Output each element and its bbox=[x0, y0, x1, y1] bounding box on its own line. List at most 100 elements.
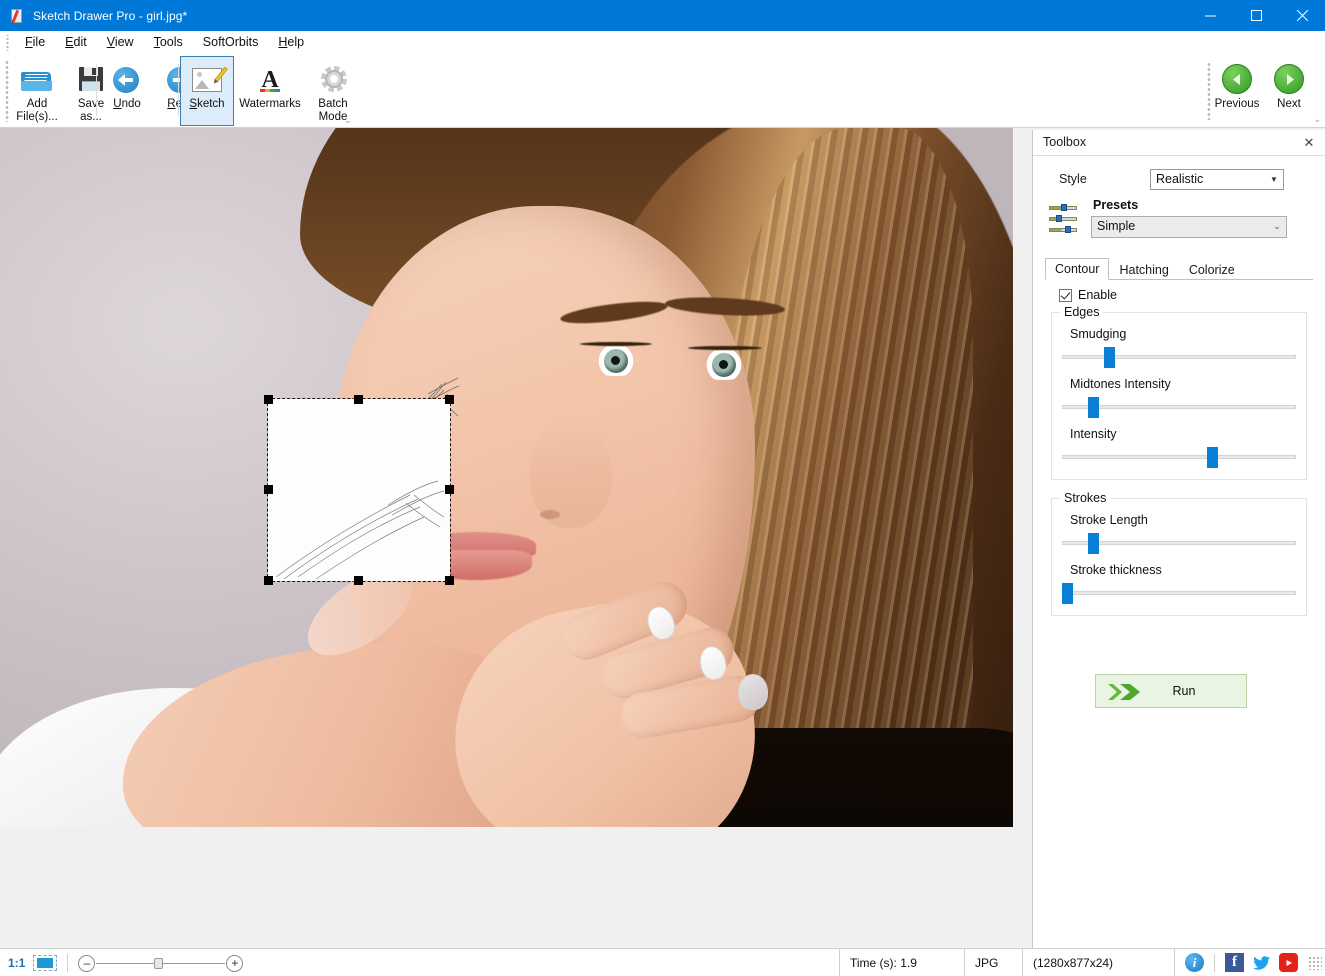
green-double-arrow-icon bbox=[1108, 682, 1142, 702]
midtones-intensity-thumb[interactable] bbox=[1088, 397, 1099, 418]
presets-label: Presets bbox=[1093, 198, 1138, 212]
tab-colorize[interactable]: Colorize bbox=[1179, 259, 1245, 280]
selection-handle-e[interactable] bbox=[445, 485, 454, 494]
tab-contour[interactable]: Contour bbox=[1045, 258, 1109, 280]
add-files-label: Add File(s)... bbox=[16, 98, 58, 124]
stroke-thickness-track[interactable] bbox=[1062, 591, 1296, 595]
zoom-slider[interactable]: – + bbox=[78, 953, 243, 973]
stroke-length-thumb[interactable] bbox=[1088, 533, 1099, 554]
youtube-icon[interactable] bbox=[1279, 953, 1298, 972]
menu-tools-rest: ools bbox=[160, 35, 183, 49]
close-button[interactable] bbox=[1279, 0, 1325, 31]
photo-eye-right bbox=[690, 350, 758, 380]
previous-button[interactable]: Previous bbox=[1211, 56, 1263, 110]
intensity-thumb[interactable] bbox=[1207, 447, 1218, 468]
selection-handle-se[interactable] bbox=[445, 576, 454, 585]
maximize-button[interactable] bbox=[1233, 0, 1279, 31]
menu-edit-rest: dit bbox=[74, 35, 87, 49]
sliders-icon bbox=[1049, 204, 1077, 236]
menu-help-rest: elp bbox=[287, 35, 304, 49]
sketch-label: Sketch bbox=[189, 98, 224, 111]
selection-handle-ne[interactable] bbox=[445, 395, 454, 404]
add-files-button[interactable]: Add File(s)... bbox=[10, 56, 64, 126]
tab-hatching[interactable]: Hatching bbox=[1109, 259, 1178, 280]
photo-nail-3 bbox=[738, 674, 768, 710]
selection-handle-w[interactable] bbox=[264, 485, 273, 494]
undo-label: Undo bbox=[113, 98, 141, 111]
selection-handle-n[interactable] bbox=[354, 395, 363, 404]
strokes-group: Strokes Stroke Length Stroke thickness bbox=[1051, 498, 1307, 616]
run-wrapper: Run bbox=[1095, 674, 1247, 708]
menu-item-file[interactable]: File bbox=[15, 32, 55, 53]
info-icon[interactable]: i bbox=[1185, 953, 1204, 972]
selection-handle-s[interactable] bbox=[354, 576, 363, 585]
stroke-thickness-slider[interactable] bbox=[1062, 583, 1296, 603]
intensity-track[interactable] bbox=[1062, 455, 1296, 459]
facebook-icon[interactable]: f bbox=[1225, 953, 1244, 972]
style-dropdown[interactable]: Realistic ▼ bbox=[1150, 169, 1284, 190]
photo-preview[interactable] bbox=[0, 128, 1013, 827]
chevron-down-icon: ⌄ bbox=[1268, 217, 1286, 236]
toolbar-overflow-chevron[interactable]: ⌄ bbox=[344, 115, 356, 126]
sketch-app-icon bbox=[9, 8, 25, 24]
status-dimensions: (1280x877x24) bbox=[1022, 949, 1174, 976]
style-value: Realistic bbox=[1156, 172, 1203, 186]
selection-sketch-preview bbox=[268, 399, 450, 581]
stroke-thickness-thumb[interactable] bbox=[1062, 583, 1073, 604]
presets-value: Simple bbox=[1097, 219, 1135, 233]
navigation-group: Previous Next bbox=[1211, 56, 1315, 110]
title-bar: Sketch Drawer Pro - girl.jpg* bbox=[0, 0, 1325, 31]
intensity-slider[interactable] bbox=[1062, 447, 1296, 467]
fit-to-window-icon[interactable] bbox=[33, 955, 57, 971]
toolbar-separator-2 bbox=[178, 64, 179, 116]
menu-item-edit[interactable]: Edit bbox=[55, 32, 97, 53]
stroke-length-label: Stroke Length bbox=[1070, 513, 1296, 527]
smudging-label: Smudging bbox=[1070, 327, 1296, 341]
stroke-length-slider[interactable] bbox=[1062, 533, 1296, 553]
presets-dropdown[interactable]: Simple ⌄ bbox=[1091, 216, 1287, 238]
midtones-intensity-slider[interactable] bbox=[1062, 397, 1296, 417]
enable-row[interactable]: Enable bbox=[1059, 288, 1313, 302]
menu-view-rest: iew bbox=[115, 35, 134, 49]
zoom-in-button[interactable]: + bbox=[226, 955, 243, 972]
minimize-button[interactable] bbox=[1187, 0, 1233, 31]
zoom-slider-thumb[interactable] bbox=[154, 958, 163, 969]
status-bar: 1:1 – + Time (s): 1.9 JPG (1280x877x24) … bbox=[0, 948, 1325, 976]
undo-button[interactable]: Undo bbox=[100, 56, 154, 126]
toolbox-panel: Toolbox ✕ Style Realistic ▼ Presets bbox=[1032, 130, 1325, 948]
smudging-thumb[interactable] bbox=[1104, 347, 1115, 368]
toolbox-tabs: Contour Hatching Colorize bbox=[1045, 258, 1313, 280]
window-title: Sketch Drawer Pro - girl.jpg* bbox=[33, 9, 187, 23]
menu-item-help[interactable]: Help bbox=[268, 32, 314, 53]
ribbon-expand-chevron[interactable]: ⌄ bbox=[1313, 114, 1321, 125]
selection-rectangle[interactable] bbox=[268, 399, 450, 581]
selection-handle-sw[interactable] bbox=[264, 576, 273, 585]
image-canvas[interactable] bbox=[0, 128, 1030, 948]
menu-item-tools[interactable]: Tools bbox=[144, 32, 193, 53]
menu-item-view[interactable]: View bbox=[97, 32, 144, 53]
letter-a-icon: A bbox=[252, 63, 288, 95]
sketch-picture-pencil-icon bbox=[189, 63, 225, 95]
sketch-button[interactable]: Sketch bbox=[180, 56, 234, 126]
twitter-icon[interactable] bbox=[1252, 953, 1271, 972]
toolbox-close-icon[interactable]: ✕ bbox=[1301, 135, 1317, 151]
menu-grip-handle[interactable] bbox=[3, 35, 13, 51]
toolbar: Add File(s)... Save as... Undo bbox=[0, 54, 1325, 128]
zoom-out-button[interactable]: – bbox=[78, 955, 95, 972]
photo-lash-left bbox=[580, 342, 652, 346]
smudging-track[interactable] bbox=[1062, 355, 1296, 359]
next-button[interactable]: Next bbox=[1263, 56, 1315, 110]
smudging-slider[interactable] bbox=[1062, 347, 1296, 367]
run-button[interactable]: Run bbox=[1095, 674, 1247, 708]
toolbox-title: Toolbox bbox=[1043, 135, 1086, 149]
enable-label: Enable bbox=[1078, 288, 1117, 302]
gear-icon bbox=[315, 63, 351, 95]
menu-item-softorbits[interactable]: SoftOrbits bbox=[193, 32, 269, 53]
application-window: Sketch Drawer Pro - girl.jpg* File Edit … bbox=[0, 0, 1325, 976]
status-divider-1 bbox=[67, 954, 68, 972]
watermarks-button[interactable]: A Watermarks bbox=[234, 56, 306, 126]
enable-checkbox[interactable] bbox=[1059, 289, 1072, 302]
selection-handle-nw[interactable] bbox=[264, 395, 273, 404]
resize-grip[interactable] bbox=[1308, 956, 1322, 970]
previous-label: Previous bbox=[1215, 98, 1260, 110]
